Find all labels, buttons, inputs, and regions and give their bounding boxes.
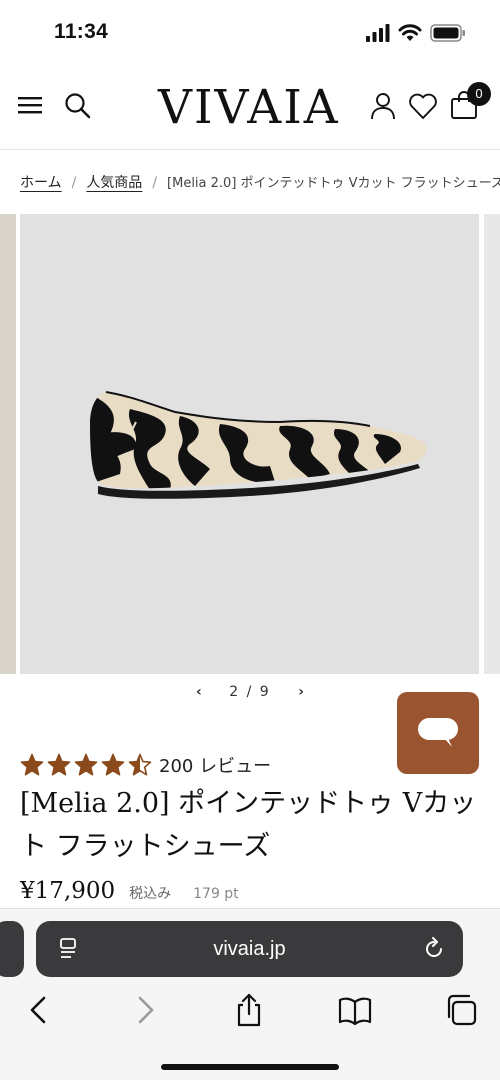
forward-icon[interactable] [128, 993, 162, 1027]
product-rating[interactable]: 200 レビュー [20, 752, 271, 778]
reload-icon[interactable] [422, 937, 446, 961]
tax-included-label: 税込み [129, 886, 172, 902]
status-time: 11:34 [54, 20, 109, 43]
chat-button[interactable] [397, 692, 479, 774]
star-full-icon [47, 753, 71, 776]
reward-points: 179 pt [193, 886, 239, 902]
breadcrumb-popular-link[interactable]: 人気商品 [86, 175, 142, 191]
cellular-signal-icon [366, 24, 390, 42]
browser-toolbar: vivaia.jp [0, 908, 500, 1080]
tabs-icon[interactable] [444, 993, 478, 1027]
home-indicator [161, 1064, 339, 1070]
product-price: ¥17,900 [20, 878, 116, 904]
site-header: VIVAIA 0 [0, 70, 500, 150]
product-image-slide[interactable] [20, 214, 479, 674]
star-half-icon [128, 753, 152, 776]
review-count[interactable]: 200 レビュー [159, 752, 271, 778]
carousel-next-button[interactable]: › [291, 684, 311, 700]
cart-count-badge: 0 [467, 82, 491, 106]
breadcrumb-home-link[interactable]: ホーム [20, 175, 62, 191]
star-full-icon [101, 753, 125, 776]
product-title: [Melia 2.0] ポインテッドトゥ Vカット フラットシューズ [20, 788, 477, 862]
next-slide-peek[interactable] [484, 214, 500, 674]
breadcrumb-separator: / [152, 175, 158, 191]
status-bar: 11:34 [0, 0, 500, 66]
carousel-prev-button[interactable]: ‹ [189, 684, 209, 700]
menu-icon[interactable] [18, 94, 44, 116]
address-bar[interactable]: vivaia.jp [36, 921, 463, 977]
product-shoe-image [90, 391, 427, 499]
bookmarks-icon[interactable] [338, 993, 372, 1027]
breadcrumb: ホーム / 人気商品 / [Melia 2.0] ポインテッドトゥ Vカット フラットシ… [20, 172, 500, 198]
breadcrumb-separator: / [71, 175, 77, 191]
breadcrumb-current-page: [Melia 2.0] ポインテッドトゥ Vカット フラットシューズ [167, 176, 500, 191]
previous-tab-peek[interactable] [0, 921, 24, 977]
battery-icon [430, 24, 465, 42]
chat-bubble-icon [418, 718, 458, 747]
search-icon[interactable] [64, 92, 92, 120]
previous-slide-peek[interactable] [0, 214, 16, 674]
star-full-icon [20, 753, 44, 776]
star-full-icon [74, 753, 98, 776]
share-icon[interactable] [232, 993, 266, 1027]
wifi-icon [398, 24, 422, 41]
carousel-page-indicator: 2 / 9 [229, 684, 271, 700]
product-image-carousel[interactable] [0, 214, 500, 674]
site-logo[interactable]: VIVAIA [158, 78, 340, 138]
heart-icon[interactable] [408, 92, 438, 120]
account-icon[interactable] [370, 92, 396, 120]
price-row: ¥17,900 税込み 179 pt [20, 878, 239, 908]
back-icon[interactable] [22, 993, 56, 1027]
rating-stars [20, 753, 155, 777]
url-text[interactable]: vivaia.jp [36, 921, 463, 977]
